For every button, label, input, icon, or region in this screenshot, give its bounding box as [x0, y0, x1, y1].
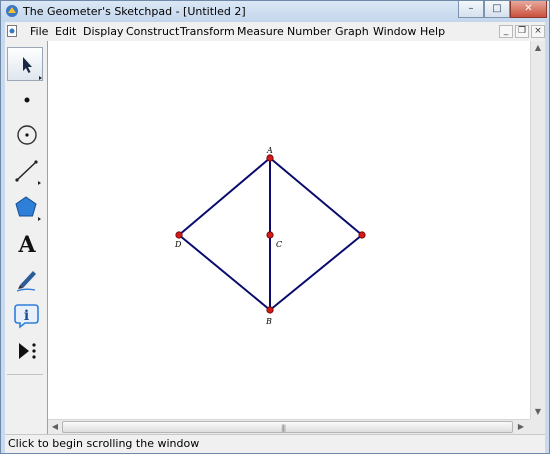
point-D[interactable]: [175, 231, 183, 239]
marker-tool[interactable]: [7, 262, 43, 296]
segment-EA[interactable]: [269, 157, 363, 236]
minimize-button[interactable]: –: [458, 1, 484, 18]
scroll-left-icon[interactable]: ◀: [48, 420, 62, 434]
pentagon-icon: [15, 196, 41, 221]
document-icon[interactable]: [7, 25, 17, 37]
line-segment-icon: [15, 160, 41, 185]
custom-tool[interactable]: [7, 334, 43, 368]
status-text: Click to begin scrolling the window: [8, 437, 200, 450]
menu-window[interactable]: Window: [373, 25, 416, 38]
arrow-icon: [23, 57, 42, 80]
menu-help[interactable]: Help: [420, 25, 445, 38]
point-E[interactable]: [358, 231, 366, 239]
info-tool-label: i: [24, 308, 29, 324]
point-C[interactable]: [266, 231, 274, 239]
title-bar[interactable]: The Geometer's Sketchpad - [Untitled 2] …: [1, 1, 549, 22]
text-tool-label: A: [17, 232, 36, 258]
close-button[interactable]: ✕: [510, 1, 547, 18]
status-bar: Click to begin scrolling the window: [5, 434, 545, 453]
point-labels: A B C D: [174, 146, 282, 326]
window-title: The Geometer's Sketchpad - [Untitled 2]: [23, 5, 246, 18]
menu-number[interactable]: Number: [287, 25, 331, 38]
point-B[interactable]: [266, 306, 274, 314]
label-B[interactable]: B: [265, 317, 272, 326]
doc-restore-button[interactable]: ❐: [515, 25, 529, 38]
scrollbar-corner: [530, 419, 545, 434]
menu-edit[interactable]: Edit: [55, 25, 76, 38]
straightedge-tool[interactable]: [7, 154, 43, 188]
app-window: The Geometer's Sketchpad - [Untitled 2] …: [0, 0, 550, 454]
selection-arrow-tool[interactable]: [7, 47, 43, 81]
segment-BE[interactable]: [269, 234, 363, 311]
menu-transform[interactable]: Transform: [180, 25, 235, 38]
point-icon: [24, 97, 30, 103]
text-A-icon: A: [17, 232, 36, 258]
scroll-down-icon[interactable]: ▼: [531, 405, 545, 419]
circle-icon: [17, 125, 37, 145]
segment-AD[interactable]: [178, 157, 271, 236]
app-icon: [6, 5, 18, 17]
label-C[interactable]: C: [276, 240, 282, 249]
menu-file[interactable]: File: [30, 25, 48, 38]
toolbox: A i: [5, 41, 48, 434]
label-D[interactable]: D: [174, 240, 182, 249]
compass-tool[interactable]: [7, 118, 43, 152]
info-icon: i: [14, 304, 39, 329]
toolbox-divider: [7, 374, 43, 375]
menu-graph[interactable]: Graph: [335, 25, 369, 38]
menu-display[interactable]: Display: [83, 25, 124, 38]
maximize-button[interactable]: □: [484, 1, 510, 18]
information-tool[interactable]: i: [7, 298, 43, 332]
scroll-up-icon[interactable]: ▲: [531, 41, 545, 55]
text-tool[interactable]: A: [7, 226, 43, 260]
menu-bar: File Edit Display Construct Transform Me…: [5, 22, 545, 42]
sketch-drawing: A B C D: [174, 146, 366, 326]
point-A[interactable]: [266, 154, 274, 162]
grip-icon: |||: [281, 424, 286, 432]
sketch-canvas[interactable]: A B C D: [48, 41, 530, 419]
doc-minimize-button[interactable]: _: [499, 25, 513, 38]
point-tool[interactable]: [7, 83, 43, 117]
horizontal-scrollbar[interactable]: ◀ ||| ▶: [48, 419, 530, 434]
menu-construct[interactable]: Construct: [126, 25, 179, 38]
label-A[interactable]: A: [266, 146, 273, 155]
doc-close-button[interactable]: ×: [531, 25, 545, 38]
play-dots-icon: [19, 343, 36, 359]
scroll-right-icon[interactable]: ▶: [514, 420, 528, 434]
pen-icon: [16, 271, 36, 292]
menu-measure[interactable]: Measure: [237, 25, 284, 38]
horizontal-scroll-thumb[interactable]: |||: [62, 421, 513, 433]
segment-DB[interactable]: [178, 234, 271, 311]
vertical-scrollbar[interactable]: ▲ ▼: [530, 41, 545, 419]
polygon-tool[interactable]: [7, 190, 43, 224]
